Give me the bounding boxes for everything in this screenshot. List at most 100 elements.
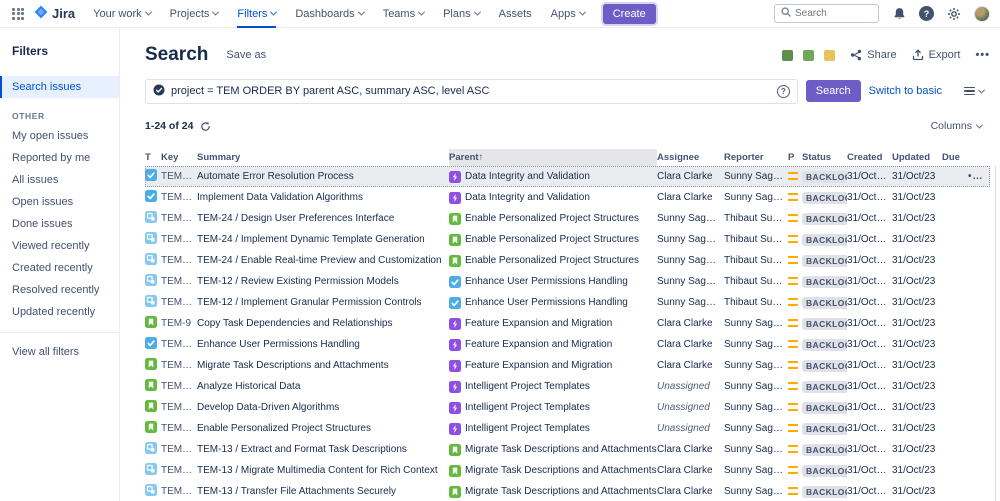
jira-logo[interactable]: Jira xyxy=(34,5,75,22)
list-view-options-button[interactable] xyxy=(964,87,984,96)
issue-key[interactable]: TEM-29 xyxy=(161,297,197,308)
notifications-icon[interactable] xyxy=(890,5,908,23)
column-header-updated[interactable]: Updated xyxy=(892,152,942,163)
nav-item-teams[interactable]: Teams xyxy=(383,0,424,28)
issue-key[interactable]: TEM-11 xyxy=(161,192,197,203)
sidebar-item-viewed-recently[interactable]: Viewed recently xyxy=(0,235,119,257)
issue-summary[interactable]: TEM-13 / Extract and Format Task Descrip… xyxy=(197,444,449,455)
issue-key[interactable]: TEM-26 xyxy=(161,234,197,245)
column-header-p[interactable]: P xyxy=(788,152,802,163)
sidebar-item-search-issues[interactable]: Search issues xyxy=(0,76,119,98)
table-row[interactable]: TEM-11Implement Data Validation Algorith… xyxy=(145,187,990,208)
issue-parent[interactable]: Feature Expansion and Migration xyxy=(449,318,657,330)
issue-parent[interactable]: Data Integrity and Validation xyxy=(449,171,657,183)
issue-summary[interactable]: TEM-24 / Implement Dynamic Template Gene… xyxy=(197,234,449,245)
issue-parent[interactable]: Enable Personalized Project Structures xyxy=(449,255,657,267)
issue-key[interactable]: TEM-15 xyxy=(161,465,197,476)
column-header-status[interactable]: Status xyxy=(802,152,847,163)
sidebar-item-my-open-issues[interactable]: My open issues xyxy=(0,125,119,147)
table-row[interactable]: TEM-16TEM-13 / Transfer File Attachments… xyxy=(145,481,990,501)
issue-parent[interactable]: Feature Expansion and Migration xyxy=(449,360,657,372)
more-actions-button[interactable]: ••• xyxy=(975,49,990,61)
issue-key[interactable]: TEM-23 xyxy=(161,402,197,413)
issue-parent[interactable]: Migrate Task Descriptions and Attachment… xyxy=(449,444,657,456)
issue-summary[interactable]: TEM-12 / Review Existing Permission Mode… xyxy=(197,276,449,287)
table-row[interactable]: TEM-28TEM-12 / Review Existing Permissio… xyxy=(145,271,990,292)
global-search-input[interactable] xyxy=(795,8,865,19)
issue-parent[interactable]: Migrate Task Descriptions and Attachment… xyxy=(449,486,657,498)
column-header-assignee[interactable]: Assignee xyxy=(657,152,724,163)
table-row[interactable]: TEM-23Develop Data-Driven AlgorithmsInte… xyxy=(145,397,990,418)
global-search[interactable] xyxy=(774,4,879,23)
issue-summary[interactable]: Automate Error Resolution Process xyxy=(197,171,449,182)
table-row[interactable]: TEM-24Enable Personalized Project Struct… xyxy=(145,418,990,439)
issue-key[interactable]: TEM-16 xyxy=(161,486,197,497)
issue-key[interactable]: TEM-14 xyxy=(161,444,197,455)
issue-parent[interactable]: Intelligent Project Templates xyxy=(449,423,657,435)
issue-parent[interactable]: Enhance User Permissions Handling xyxy=(449,297,657,309)
issue-summary[interactable]: TEM-13 / Migrate Multimedia Content for … xyxy=(197,465,449,476)
nav-item-your-work[interactable]: Your work xyxy=(93,0,151,28)
sidebar-item-updated-recently[interactable]: Updated recently xyxy=(0,301,119,323)
issue-key[interactable]: TEM-22 xyxy=(161,381,197,392)
table-row[interactable]: TEM-25TEM-24 / Design User Preferences I… xyxy=(145,208,990,229)
table-row[interactable]: TEM-14TEM-13 / Extract and Format Task D… xyxy=(145,439,990,460)
nav-item-assets[interactable]: Assets xyxy=(499,0,532,28)
help-icon[interactable]: ? xyxy=(919,6,934,21)
issue-summary[interactable]: TEM-24 / Design User Preferences Interfa… xyxy=(197,213,449,224)
issue-key[interactable]: TEM-24 xyxy=(161,423,197,434)
issue-parent[interactable]: Migrate Task Descriptions and Attachment… xyxy=(449,465,657,477)
issue-parent[interactable]: Intelligent Project Templates xyxy=(449,381,657,393)
syntax-help-icon[interactable]: ? xyxy=(777,85,790,98)
nav-item-dashboards[interactable]: Dashboards xyxy=(295,0,363,28)
export-button[interactable]: Export xyxy=(912,49,961,61)
addon-icon-3[interactable] xyxy=(824,50,835,61)
sidebar-item-resolved-recently[interactable]: Resolved recently xyxy=(0,279,119,301)
table-row[interactable]: TEM-29TEM-12 / Implement Granular Permis… xyxy=(145,292,990,313)
settings-gear-icon[interactable] xyxy=(945,5,963,23)
jql-input[interactable]: project = TEM ORDER BY parent ASC, summa… xyxy=(145,79,798,104)
sidebar-item-view-all-filters[interactable]: View all filters xyxy=(0,341,119,363)
issue-parent[interactable]: Intelligent Project Templates xyxy=(449,402,657,414)
issue-key[interactable]: TEM-28 xyxy=(161,276,197,287)
issue-summary[interactable]: Analyze Historical Data xyxy=(197,381,449,392)
search-button[interactable]: Search xyxy=(806,80,861,102)
table-row[interactable]: TEM-10Automate Error Resolution ProcessD… xyxy=(145,166,990,187)
user-avatar[interactable] xyxy=(974,6,990,22)
issue-parent[interactable]: Enable Personalized Project Structures xyxy=(449,234,657,246)
column-header-summary[interactable]: Summary xyxy=(197,152,449,163)
row-more-actions-button[interactable]: ••• xyxy=(968,171,990,182)
issue-summary[interactable]: Copy Task Dependencies and Relationships xyxy=(197,318,449,329)
issue-summary[interactable]: Enable Personalized Project Structures xyxy=(197,423,449,434)
table-row[interactable]: TEM-15TEM-13 / Migrate Multimedia Conten… xyxy=(145,460,990,481)
issue-key[interactable]: TEM-27 xyxy=(161,255,197,266)
issue-parent[interactable]: Feature Expansion and Migration xyxy=(449,339,657,351)
nav-item-apps[interactable]: Apps xyxy=(551,0,585,28)
addon-icon-1[interactable] xyxy=(782,50,793,61)
refresh-icon[interactable] xyxy=(200,121,211,132)
table-row[interactable]: TEM-9Copy Task Dependencies and Relation… xyxy=(145,313,990,334)
issue-key[interactable]: TEM-10 xyxy=(161,171,197,182)
issue-key[interactable]: TEM-12 xyxy=(161,339,197,350)
app-switcher-icon[interactable] xyxy=(12,8,24,20)
issue-parent[interactable]: Enable Personalized Project Structures xyxy=(449,213,657,225)
table-row[interactable]: TEM-13Migrate Task Descriptions and Atta… xyxy=(145,355,990,376)
switch-to-basic-link[interactable]: Switch to basic xyxy=(869,85,942,97)
column-header-created[interactable]: Created xyxy=(847,152,892,163)
issue-key[interactable]: TEM-13 xyxy=(161,360,197,371)
issue-summary[interactable]: TEM-12 / Implement Granular Permission C… xyxy=(197,297,449,308)
issue-summary[interactable]: Enhance User Permissions Handling xyxy=(197,339,449,350)
issue-summary[interactable]: Develop Data-Driven Algorithms xyxy=(197,402,449,413)
issue-key[interactable]: TEM-25 xyxy=(161,213,197,224)
column-header-key[interactable]: Key xyxy=(161,152,197,163)
issue-summary[interactable]: TEM-13 / Transfer File Attachments Secur… xyxy=(197,486,449,497)
issue-summary[interactable]: Migrate Task Descriptions and Attachment… xyxy=(197,360,449,371)
column-header-parent[interactable]: Parent ↑ xyxy=(449,149,657,166)
column-header-reporter[interactable]: Reporter xyxy=(724,152,788,163)
scrollbar-track[interactable] xyxy=(995,166,996,501)
sidebar-item-open-issues[interactable]: Open issues xyxy=(0,191,119,213)
column-header-due[interactable]: Due xyxy=(942,152,968,163)
table-row[interactable]: TEM-26TEM-24 / Implement Dynamic Templat… xyxy=(145,229,990,250)
columns-dropdown[interactable]: Columns xyxy=(931,120,982,132)
table-row[interactable]: TEM-22Analyze Historical DataIntelligent… xyxy=(145,376,990,397)
